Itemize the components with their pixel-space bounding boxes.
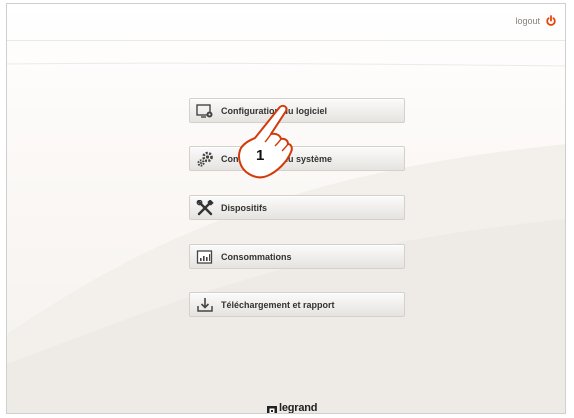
tools-icon <box>196 198 214 216</box>
app-window: logout Configuration du logiciel système… <box>6 3 566 414</box>
devices-label: Dispositifs <box>221 202 268 213</box>
devices-button[interactable]: Dispositifs <box>189 195 405 220</box>
pointing-hand-icon <box>238 104 293 179</box>
download-report-label: Téléchargement et rapport <box>221 299 335 310</box>
chart-icon <box>196 249 214 265</box>
brand-name: legrand <box>279 402 318 414</box>
software-configuration-button[interactable]: Configuration du logiciel <box>189 98 405 123</box>
gears-icon <box>196 151 214 167</box>
monitor-settings-icon <box>196 103 214 119</box>
download-icon <box>196 297 214 313</box>
callout-number: 1 <box>256 147 265 164</box>
legrand-logo: legrand <box>267 402 318 414</box>
main-menu: Configuration du logiciel Configuration … <box>7 4 565 413</box>
legrand-logo-icon <box>267 403 277 413</box>
download-report-button[interactable]: Téléchargement et rapport <box>189 292 405 317</box>
consumption-label: Consommations <box>221 251 292 262</box>
system-configuration-button[interactable]: Configuration du système <box>189 146 405 171</box>
consumption-button[interactable]: Consommations <box>189 244 405 269</box>
